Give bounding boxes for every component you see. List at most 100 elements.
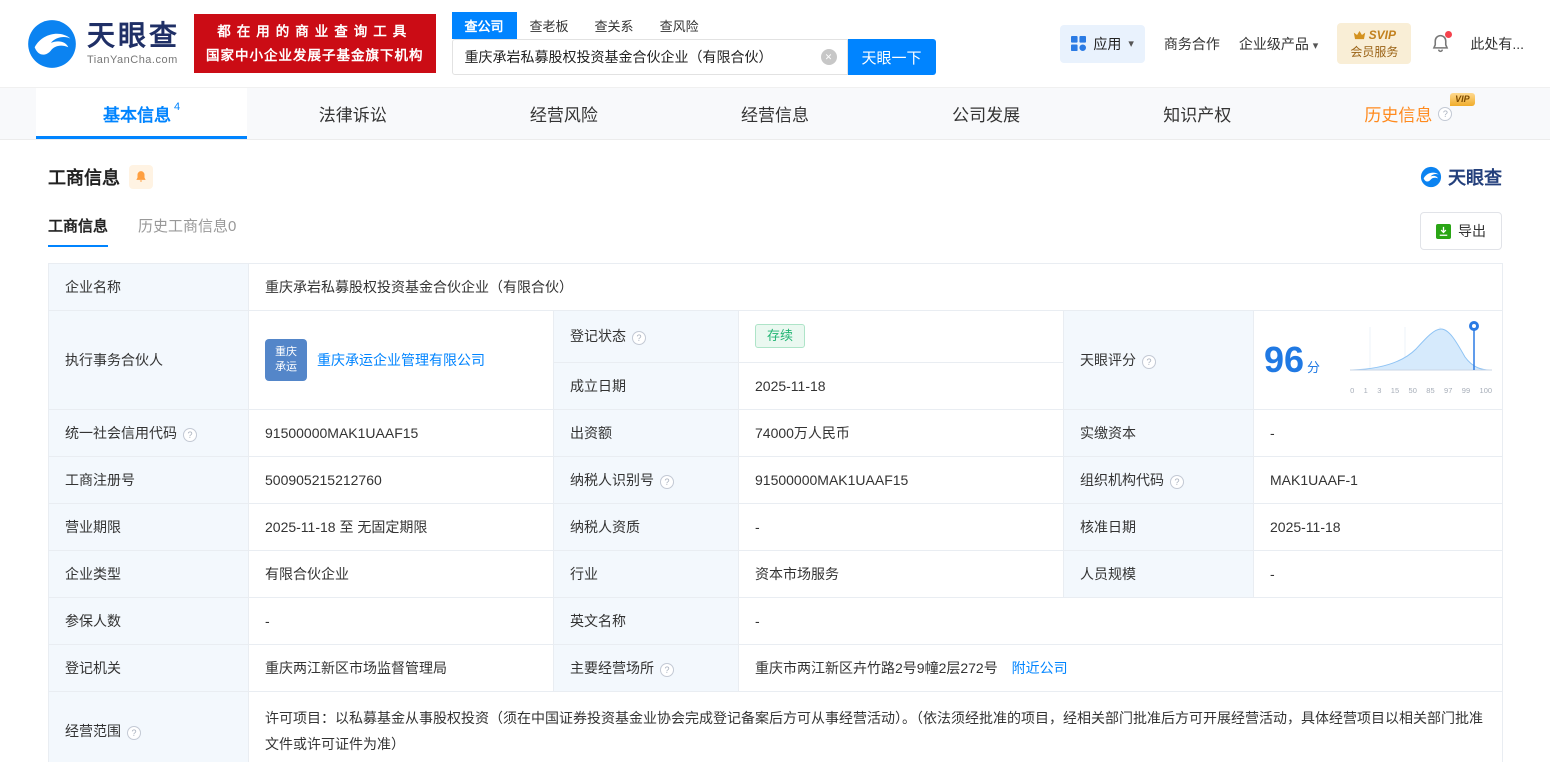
- field-value-insured-count: -: [249, 598, 554, 645]
- nearby-companies-link[interactable]: 附近公司: [1012, 660, 1068, 676]
- help-icon[interactable]: ?: [660, 475, 674, 489]
- field-label-tianyan-score: 天眼评分?: [1064, 311, 1254, 410]
- search-tab-risk[interactable]: 查风险: [647, 12, 712, 39]
- field-value-registration-status: 存续: [739, 311, 1064, 363]
- field-label-credit-code: 统一社会信用代码?: [49, 410, 249, 457]
- user-menu[interactable]: 此处有...: [1470, 34, 1524, 54]
- crown-icon: [1353, 30, 1366, 40]
- field-value-founded-date: 2025-11-18: [739, 362, 1064, 409]
- field-label-taxpayer-id: 纳税人识别号?: [554, 457, 739, 504]
- tianyancha-logo[interactable]: 天眼查 TianYanCha.com: [26, 18, 180, 70]
- chevron-down-icon: ▾: [1313, 40, 1319, 52]
- svip-sublabel: 会员服务: [1350, 44, 1398, 60]
- business-cooperation-link[interactable]: 商务合作: [1164, 34, 1220, 54]
- export-button[interactable]: 导出: [1420, 212, 1502, 250]
- table-row: 执行事务合伙人 重庆承运 重庆承运企业管理有限公司 登记状态? 存续 天眼评分?: [49, 311, 1503, 363]
- help-icon[interactable]: ?: [632, 331, 646, 345]
- search-tab-boss[interactable]: 查老板: [517, 12, 582, 39]
- field-label-business-term: 营业期限: [49, 504, 249, 551]
- score-curve-icon: [1350, 319, 1492, 375]
- help-icon[interactable]: ?: [1170, 475, 1184, 489]
- tab-legal-proceedings[interactable]: 法律诉讼: [247, 88, 458, 139]
- table-row: 经营范围? 许可项目：以私募基金从事股权投资（须在中国证券投资基金业协会完成登记…: [49, 692, 1503, 762]
- field-label-registry: 登记机关: [49, 645, 249, 692]
- field-value-executive-partner: 重庆承运 重庆承运企业管理有限公司: [249, 311, 554, 410]
- enterprise-products-link[interactable]: 企业级产品 ▾: [1239, 34, 1318, 54]
- field-value-tianyan-score: 96 分: [1254, 311, 1503, 410]
- tianyancha-logo-icon: [26, 18, 78, 70]
- apps-menu-button[interactable]: 应用 ▾: [1060, 25, 1145, 63]
- tab-basic-info[interactable]: 基本信息4: [36, 88, 247, 139]
- field-label-company-type: 企业类型: [49, 551, 249, 598]
- field-label-approval-date: 核准日期: [1064, 504, 1254, 551]
- field-value-taxpayer-quality: -: [739, 504, 1064, 551]
- apps-menu-label: 应用: [1093, 34, 1121, 54]
- tianyancha-logo-icon: [1420, 166, 1442, 188]
- field-value-credit-code: 91500000MAK1UAAF15: [249, 410, 554, 457]
- field-label-taxpayer-quality: 纳税人资质: [554, 504, 739, 551]
- tab-intellectual-property[interactable]: 知识产权: [1092, 88, 1303, 139]
- field-value-english-name: -: [739, 598, 1503, 645]
- subscribe-bell-button[interactable]: [129, 165, 153, 189]
- field-value-registration-number: 500905215212760: [249, 457, 554, 504]
- field-label-capital: 出资额: [554, 410, 739, 457]
- top-header: 天眼查 TianYanCha.com 都在用的商业查询工具 国家中小企业发展子基…: [0, 0, 1550, 88]
- tianyancha-watermark: 天眼查: [1420, 164, 1502, 190]
- table-row: 统一社会信用代码? 91500000MAK1UAAF15 出资额 74000万人…: [49, 410, 1503, 457]
- promo-banner-line1: 都在用的商业查询工具: [206, 20, 424, 44]
- search-tab-relation[interactable]: 查关系: [582, 12, 647, 39]
- status-badge: 存续: [755, 324, 805, 348]
- page: 天眼查 TianYanCha.com 都在用的商业查询工具 国家中小企业发展子基…: [0, 0, 1550, 762]
- table-row: 工商注册号 500905215212760 纳税人识别号? 91500000MA…: [49, 457, 1503, 504]
- business-info-table: 企业名称 重庆承岩私募股权投资基金合伙企业（有限合伙） 执行事务合伙人 重庆承运…: [48, 263, 1503, 762]
- search-button[interactable]: 天眼一下: [848, 39, 936, 75]
- field-label-staff-size: 人员规模: [1064, 551, 1254, 598]
- field-value-business-term: 2025-11-18 至 无固定期限: [249, 504, 554, 551]
- field-label-company-name: 企业名称: [49, 264, 249, 311]
- tab-history-info[interactable]: VIP 历史信息 ?: [1303, 88, 1514, 139]
- tab-operation-risk[interactable]: 经营风险: [458, 88, 669, 139]
- header-right: 应用 ▾ 商务合作 企业级产品 ▾ SVIP 会员服务: [1060, 23, 1524, 63]
- field-label-executive-partner: 执行事务合伙人: [49, 311, 249, 410]
- partner-logo: 重庆承运: [265, 339, 307, 381]
- clear-search-icon[interactable]: ✕: [821, 49, 837, 65]
- table-row: 参保人数 - 英文名称 -: [49, 598, 1503, 645]
- search-input[interactable]: [453, 49, 847, 65]
- table-row: 企业名称 重庆承岩私募股权投资基金合伙企业（有限合伙）: [49, 264, 1503, 311]
- help-icon[interactable]: ?: [183, 428, 197, 442]
- field-label-registration-number: 工商注册号: [49, 457, 249, 504]
- svip-label: SVIP: [1369, 27, 1396, 43]
- search-tabs: 查公司 查老板 查关系 查风险: [452, 12, 936, 39]
- tab-company-development[interactable]: 公司发展: [881, 88, 1092, 139]
- search-bar: ✕ 天眼一下: [452, 39, 936, 75]
- tab-operation-info[interactable]: 经营信息: [669, 88, 880, 139]
- field-value-address: 重庆市两江新区卉竹路2号9幢2层272号 附近公司: [739, 645, 1503, 692]
- subtab-history-business-info[interactable]: 历史工商信息0: [138, 215, 236, 247]
- field-label-paid-capital: 实缴资本: [1064, 410, 1254, 457]
- search-tab-company[interactable]: 查公司: [452, 12, 517, 39]
- subtab-business-info[interactable]: 工商信息: [48, 215, 108, 247]
- field-value-staff-size: -: [1254, 551, 1503, 598]
- svip-member-button[interactable]: SVIP 会员服务: [1337, 23, 1411, 63]
- field-value-capital: 74000万人民币: [739, 410, 1064, 457]
- help-icon[interactable]: ?: [1142, 355, 1156, 369]
- subtab-row: 工商信息 历史工商信息0 导出: [48, 212, 1502, 250]
- score-distribution-chart: 0131550859799100: [1350, 319, 1492, 401]
- notifications-bell-button[interactable]: [1430, 33, 1451, 54]
- logo-text-cn: 天眼查: [87, 22, 180, 50]
- field-value-registry: 重庆两江新区市场监督管理局: [249, 645, 554, 692]
- field-value-company-type: 有限合伙企业: [249, 551, 554, 598]
- field-value-industry: 资本市场服务: [739, 551, 1064, 598]
- help-icon[interactable]: ?: [1438, 107, 1452, 121]
- search-module: 查公司 查老板 查关系 查风险 ✕ 天眼一下: [452, 12, 936, 75]
- score-unit: 分: [1307, 358, 1320, 378]
- table-row: 企业类型 有限合伙企业 行业 资本市场服务 人员规模 -: [49, 551, 1503, 598]
- help-icon[interactable]: ?: [127, 726, 141, 740]
- score-axis-labels: 0131550859799100: [1350, 381, 1492, 401]
- table-row: 营业期限 2025-11-18 至 无固定期限 纳税人资质 - 核准日期 202…: [49, 504, 1503, 551]
- field-label-english-name: 英文名称: [554, 598, 739, 645]
- field-label-registration-status: 登记状态?: [554, 311, 739, 363]
- partner-company-link[interactable]: 重庆承运企业管理有限公司: [317, 350, 485, 370]
- help-icon[interactable]: ?: [660, 663, 674, 677]
- field-value-business-scope: 许可项目：以私募基金从事股权投资（须在中国证券投资基金业协会完成登记备案后方可从…: [249, 692, 1503, 762]
